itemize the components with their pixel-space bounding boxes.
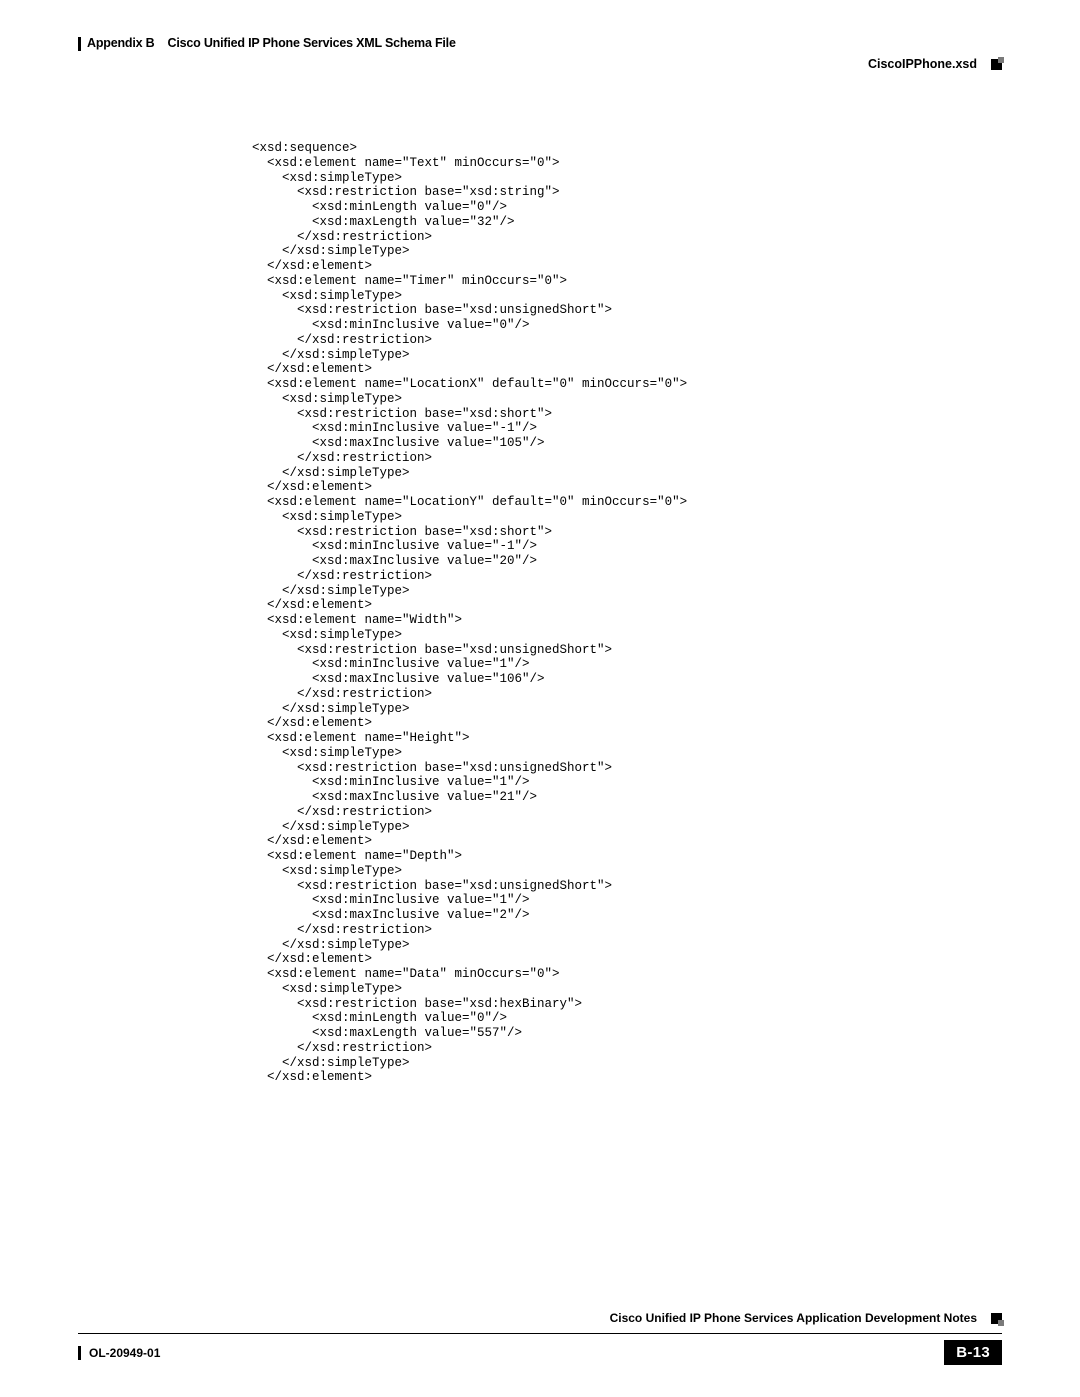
footer-bottom-row: OL-20949-01 B-13 — [78, 1340, 1002, 1365]
page-header-left: Appendix B Cisco Unified IP Phone Servic… — [78, 36, 1002, 51]
footer-docid-wrap: OL-20949-01 — [78, 1346, 160, 1360]
page-header-right: CiscoIPPhone.xsd — [78, 57, 1002, 71]
appendix-label: Appendix B — [87, 36, 154, 50]
footer-bar-icon — [78, 1346, 81, 1360]
page-footer: Cisco Unified IP Phone Services Applicat… — [78, 1311, 1002, 1365]
footer-marker-icon — [991, 1313, 1002, 1324]
footer-doc-id: OL-20949-01 — [89, 1346, 160, 1360]
appendix-title: Cisco Unified IP Phone Services XML Sche… — [168, 36, 456, 50]
footer-book-title: Cisco Unified IP Phone Services Applicat… — [610, 1311, 977, 1325]
appendix-heading: Appendix B Cisco Unified IP Phone Servic… — [87, 36, 456, 50]
footer-rule — [78, 1333, 1002, 1334]
page-number-badge: B-13 — [944, 1340, 1002, 1365]
code-listing: <xsd:sequence> <xsd:element name="Text" … — [252, 141, 1002, 1085]
header-marker-icon — [991, 59, 1002, 70]
section-title: CiscoIPPhone.xsd — [868, 57, 977, 71]
footer-title-row: Cisco Unified IP Phone Services Applicat… — [78, 1311, 1002, 1325]
change-bar-icon — [78, 37, 81, 51]
